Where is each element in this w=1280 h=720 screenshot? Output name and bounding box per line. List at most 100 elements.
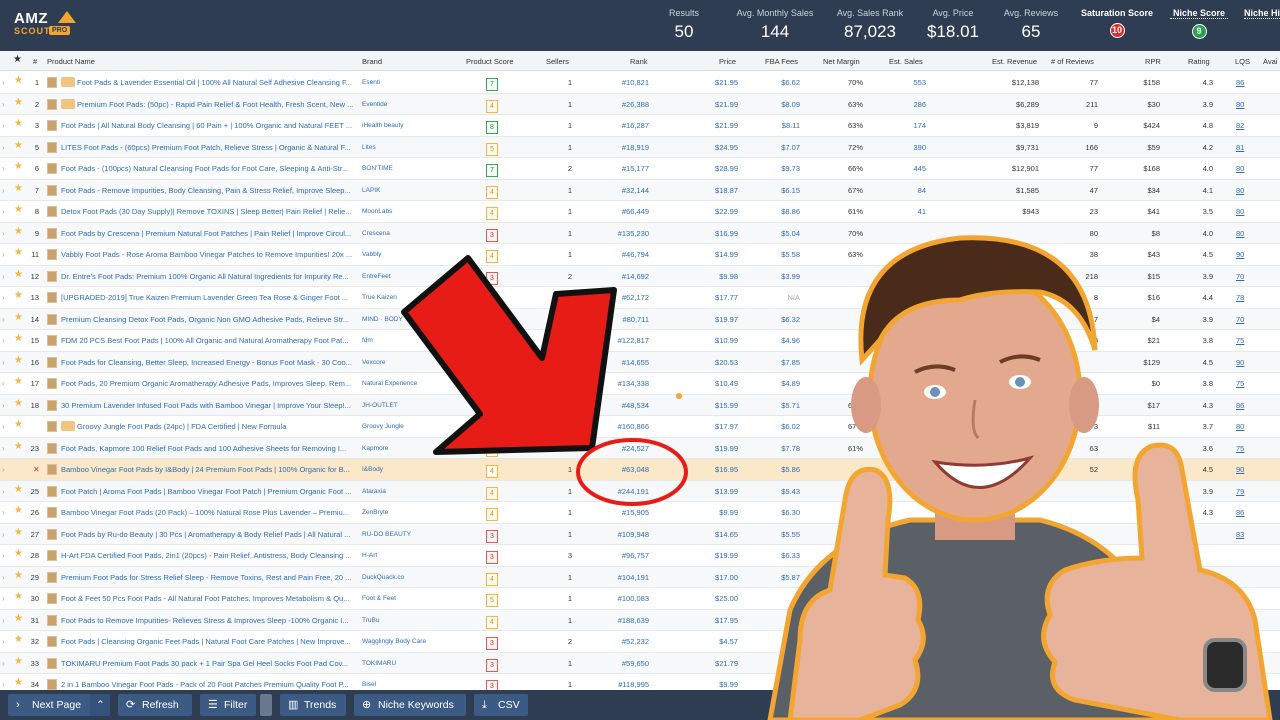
cell-sales[interactable]: 84 bbox=[880, 186, 926, 195]
cell-price[interactable]: $24.95 bbox=[692, 143, 738, 152]
cell-name[interactable]: Premium Foot Pads for Stress Relief Slee… bbox=[61, 573, 358, 582]
cell-name[interactable]: Bamboo Vinegar Foot Pads (20 Pack) – 100… bbox=[61, 508, 358, 517]
expand-row-icon[interactable]: › bbox=[2, 379, 5, 388]
cell-rank[interactable]: #15,905 bbox=[590, 508, 649, 517]
cell-price[interactable]: $20.53 bbox=[692, 358, 738, 367]
cell-rank[interactable]: #18,919 bbox=[590, 143, 649, 152]
cell-name[interactable]: Foot Pads & Lavender Essential Oil | 100… bbox=[77, 78, 358, 87]
next-page-dropdown[interactable]: ⌃ bbox=[90, 694, 110, 716]
cell-price[interactable]: $17.97 bbox=[692, 422, 738, 431]
cell-sales[interactable]: 286 bbox=[880, 100, 926, 109]
expand-row-icon[interactable]: › bbox=[2, 186, 5, 195]
expand-row-icon[interactable]: › bbox=[2, 100, 5, 109]
next-page-button[interactable]: › Next Page bbox=[8, 694, 92, 716]
product-thumbnail[interactable] bbox=[47, 399, 57, 411]
cell-price[interactable]: $9.99 bbox=[692, 508, 738, 517]
expand-row-icon[interactable]: › bbox=[2, 508, 5, 517]
expand-row-icon[interactable]: › bbox=[2, 530, 5, 539]
table-row[interactable]: › ★ 33 TOKIMARU Premium Foot Pads 30 pack +… bbox=[0, 652, 1280, 674]
cell-price[interactable]: $17.77 bbox=[692, 293, 738, 302]
product-thumbnail[interactable] bbox=[47, 485, 57, 497]
col-brand[interactable]: Brand bbox=[362, 57, 382, 66]
expand-row-icon[interactable]: › bbox=[2, 358, 5, 367]
cell-rank[interactable]: #134,338 bbox=[590, 379, 649, 388]
expand-row-icon[interactable]: › bbox=[2, 164, 5, 173]
expand-row-icon[interactable]: › bbox=[2, 229, 5, 238]
cell-name[interactable]: Premium Cleansing Detox Foot Pads, Organ… bbox=[61, 315, 358, 324]
cell-price[interactable]: $19.97 bbox=[692, 315, 738, 324]
cell-price[interactable]: $10.49 bbox=[692, 379, 738, 388]
col-lqs[interactable]: LQS bbox=[1235, 57, 1250, 66]
cell-sales[interactable]: 553 bbox=[880, 78, 926, 87]
cell-price[interactable]: $9.99 bbox=[692, 680, 738, 689]
cell-fba[interactable]: $7.85 bbox=[756, 358, 800, 367]
cell-price[interactable]: $14.65 bbox=[692, 530, 738, 539]
cell-lqs[interactable]: 86 bbox=[1236, 401, 1252, 410]
cell-rank[interactable]: #24,527 bbox=[590, 444, 649, 453]
expand-row-icon[interactable]: › bbox=[2, 551, 5, 560]
cell-name[interactable]: Foot Pads by Ru-do Beauty | 30 Pcs | Aro… bbox=[61, 530, 358, 539]
cell-price[interactable]: $21.79 bbox=[692, 659, 738, 668]
product-thumbnail[interactable] bbox=[47, 292, 57, 303]
table-row[interactable]: › ★ 29 Premium Foot Pads for Stress Relief … bbox=[0, 566, 1280, 588]
cell-rank[interactable]: #80,711 bbox=[590, 315, 649, 324]
product-thumbnail[interactable] bbox=[47, 464, 57, 475]
cell-lqs[interactable]: 90 bbox=[1236, 358, 1252, 367]
table-row[interactable]: › ★ 5 LITES Foot Pads - (60pcs) Premium Foo… bbox=[0, 136, 1280, 158]
expand-row-icon[interactable]: › bbox=[2, 465, 5, 474]
cell-name[interactable]: Foot Pads by Crescena | Premium Natural … bbox=[61, 229, 358, 238]
cell-fba[interactable]: $7.78 bbox=[756, 444, 800, 453]
product-thumbnail[interactable] bbox=[47, 378, 57, 389]
expand-row-icon[interactable]: › bbox=[2, 315, 5, 324]
col-rpr[interactable]: RPR bbox=[1145, 57, 1161, 66]
table-row[interactable]: › ★ 16 Foot Pads for Cleansing, Better Slee… bbox=[0, 351, 1280, 373]
cell-name[interactable]: Foot Pads, 20 Premium Organic Aromathera… bbox=[61, 379, 358, 388]
cell-name[interactable]: Foot & Feet 50 Pcs Foot Pads - All Natur… bbox=[61, 594, 358, 603]
col-net-margin[interactable]: Net Margin bbox=[823, 57, 860, 66]
cell-sales[interactable]: 41 bbox=[880, 207, 926, 216]
cell-price[interactable]: $14.99 bbox=[692, 250, 738, 259]
expand-row-icon[interactable]: › bbox=[2, 573, 5, 582]
product-thumbnail[interactable] bbox=[47, 636, 57, 647]
table-row[interactable]: › ★ 28 H-Art FDA Certified Foot Pads, 2in1 … bbox=[0, 545, 1280, 567]
cell-price[interactable]: $21.99 bbox=[692, 100, 738, 109]
cell-sales[interactable]: 174 bbox=[880, 121, 926, 130]
cell-rank[interactable]: #96,757 bbox=[590, 551, 649, 560]
cell-name[interactable]: Foot Pads | Cleansing Organic Feet Pads … bbox=[61, 637, 358, 646]
cell-rank[interactable]: #10,821 bbox=[590, 78, 649, 87]
cell-rank[interactable]: #63,048 bbox=[590, 465, 649, 474]
cell-name[interactable]: 2 in 1 Bamboo Vinegar Foot Pads - Pack o… bbox=[61, 680, 358, 689]
table-row[interactable]: › ★ 9 Foot Pads by Crescena | Premium Natur… bbox=[0, 222, 1280, 244]
product-thumbnail[interactable] bbox=[47, 593, 57, 604]
cell-lqs[interactable]: 78 bbox=[1236, 293, 1252, 302]
product-thumbnail[interactable] bbox=[47, 77, 57, 88]
cell-rank[interactable]: #14,655 bbox=[590, 358, 649, 367]
expand-row-icon[interactable]: › bbox=[2, 78, 5, 87]
table-row[interactable]: › ★ 2 Premium Foot Pads: (50pc) - Rapid Pai… bbox=[0, 93, 1280, 115]
col-rank[interactable]: Rank bbox=[630, 57, 648, 66]
cell-lqs[interactable]: 86 bbox=[1236, 78, 1252, 87]
table-row[interactable]: › ★ 27 Foot Pads by Ru-do Beauty | 30 Pcs |… bbox=[0, 523, 1280, 545]
expand-row-icon[interactable]: › bbox=[2, 637, 5, 646]
product-thumbnail[interactable] bbox=[47, 141, 57, 153]
cell-price[interactable]: $18.87 bbox=[692, 186, 738, 195]
table-row[interactable]: › ★ 1 Foot Pads & Lavender Essential Oil | … bbox=[0, 72, 1280, 94]
stat-niche-score[interactable]: Niche Score 9 bbox=[1170, 8, 1228, 39]
col-product-score[interactable]: Product Score bbox=[466, 57, 514, 66]
cell-lqs[interactable]: 81 bbox=[1236, 143, 1252, 152]
cell-fba[interactable]: $4.96 bbox=[756, 336, 800, 345]
trends-button[interactable]: ▥ Trends bbox=[280, 694, 346, 716]
cell-fba[interactable]: $5.43 bbox=[756, 487, 800, 496]
cell-lqs[interactable]: 75 bbox=[1236, 379, 1252, 388]
table-row[interactable]: › ★ 3 Foot Pads | All Natural Body Cleansin… bbox=[0, 115, 1280, 137]
cell-sales[interactable]: 445 bbox=[880, 164, 926, 173]
cell-rank[interactable]: #118,995 bbox=[590, 680, 649, 689]
table-row[interactable]: › ★ 23 Foot Pads, Kapmore 100 Relief Foot P… bbox=[0, 437, 1280, 459]
cell-rank[interactable]: #104,191 bbox=[590, 573, 649, 582]
cell-name[interactable]: Foot Patch | Aroma Foot Pads | Bamboo Vi… bbox=[61, 487, 358, 496]
cell-name[interactable]: TOKIMARU Premium Foot Pads 30 pack + 1 P… bbox=[61, 659, 358, 668]
cell-price[interactable]: $16.99 bbox=[692, 229, 738, 238]
product-thumbnail[interactable] bbox=[47, 571, 57, 583]
product-thumbnail[interactable] bbox=[47, 313, 57, 325]
cell-lqs[interactable]: 75 bbox=[1236, 444, 1252, 453]
